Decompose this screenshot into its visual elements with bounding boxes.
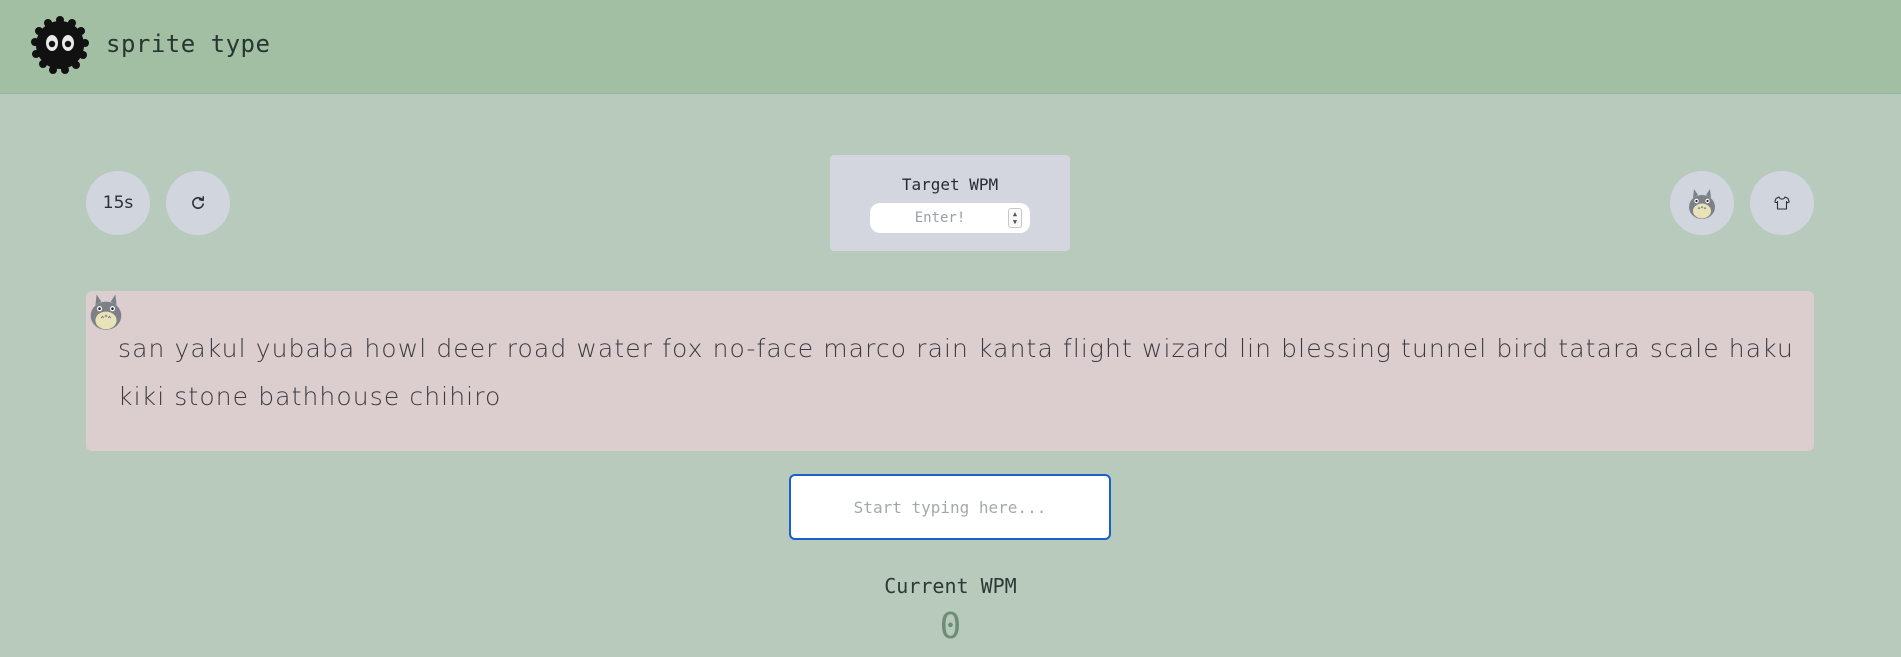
app-title: sprite type — [106, 30, 271, 58]
spin-up-icon[interactable]: ▲ — [1013, 210, 1017, 218]
current-wpm-label: Current WPM — [884, 574, 1017, 598]
refresh-button[interactable] — [166, 171, 230, 235]
number-spinner[interactable]: ▲ ▼ — [1008, 208, 1022, 228]
spin-down-icon[interactable]: ▼ — [1013, 218, 1017, 226]
target-wpm-input[interactable] — [870, 203, 1002, 233]
timer-label: 15s — [102, 193, 134, 213]
words-panel: san yakul yubaba howl deer road water fo… — [86, 291, 1814, 451]
refresh-icon — [192, 196, 205, 209]
mascot-button[interactable] — [1670, 171, 1734, 235]
typing-input[interactable] — [789, 474, 1111, 540]
current-wpm-value: 0 — [939, 606, 962, 647]
word-list: san yakul yubaba howl deer road water fo… — [118, 334, 1794, 411]
timer-button[interactable]: 15s — [86, 171, 150, 235]
target-wpm-field: ▲ ▼ — [870, 203, 1030, 233]
target-wpm-panel: Target WPM ▲ ▼ — [830, 155, 1070, 251]
theme-button[interactable] — [1750, 171, 1814, 235]
shirt-icon — [1774, 196, 1790, 210]
app-header: sprite type — [0, 0, 1901, 94]
soot-sprite-icon[interactable] — [31, 16, 89, 74]
totoro-icon — [1689, 189, 1715, 219]
target-wpm-label: Target WPM — [901, 175, 999, 194]
